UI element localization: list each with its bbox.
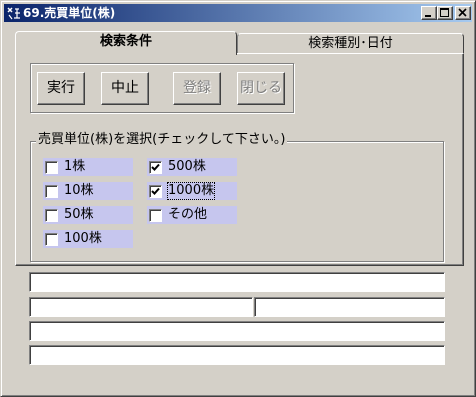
checkbox-box[interactable] bbox=[45, 208, 58, 222]
app-window: 69.売買単位(株) 検索条件 検索種別･日付 実行 中止 登録 閉じる 売買単… bbox=[0, 0, 476, 397]
status-field-2-left bbox=[29, 297, 253, 317]
checkbox-label: 500株 bbox=[168, 159, 206, 174]
status-field-3 bbox=[29, 321, 445, 341]
check-mark-icon bbox=[151, 163, 160, 171]
close-form-button[interactable]: 閉じる bbox=[237, 72, 285, 105]
checkbox-label: その他 bbox=[168, 207, 208, 222]
execute-button[interactable]: 実行 bbox=[37, 72, 85, 105]
checkbox-box[interactable] bbox=[45, 160, 58, 174]
checkbox-label: 50株 bbox=[64, 207, 94, 222]
checkbox-100-shares[interactable]: 100株 bbox=[43, 230, 133, 248]
checkbox-box[interactable] bbox=[149, 184, 162, 198]
checkbox-label: 10株 bbox=[64, 183, 94, 198]
status-field-4 bbox=[29, 345, 445, 365]
checkbox-1000-shares[interactable]: 1000株 bbox=[147, 182, 237, 200]
checkbox-box[interactable] bbox=[45, 232, 58, 246]
status-field-1 bbox=[29, 272, 445, 292]
checkbox-50-shares[interactable]: 50株 bbox=[43, 206, 133, 224]
trade-unit-legend: 売買単位(株)を選択(チェックして下さい。) bbox=[36, 132, 288, 148]
status-field-2-right bbox=[254, 297, 445, 317]
check-mark-icon bbox=[151, 187, 160, 195]
checkbox-label: 1000株 bbox=[166, 182, 216, 200]
checkbox-label: 1株 bbox=[64, 159, 86, 174]
checkbox-box[interactable] bbox=[149, 208, 162, 222]
checkbox-500-shares[interactable]: 500株 bbox=[147, 158, 237, 176]
checkbox-1-share[interactable]: 1株 bbox=[43, 158, 133, 176]
checkbox-label: 100株 bbox=[64, 231, 102, 246]
action-button-group: 実行 中止 登録 閉じる bbox=[30, 63, 294, 113]
checkbox-other[interactable]: その他 bbox=[147, 206, 237, 224]
register-button[interactable]: 登録 bbox=[173, 72, 221, 105]
checkbox-box[interactable] bbox=[45, 184, 58, 198]
stop-button[interactable]: 中止 bbox=[101, 72, 149, 105]
checkbox-box[interactable] bbox=[149, 160, 162, 174]
checkbox-10-shares[interactable]: 10株 bbox=[43, 182, 133, 200]
